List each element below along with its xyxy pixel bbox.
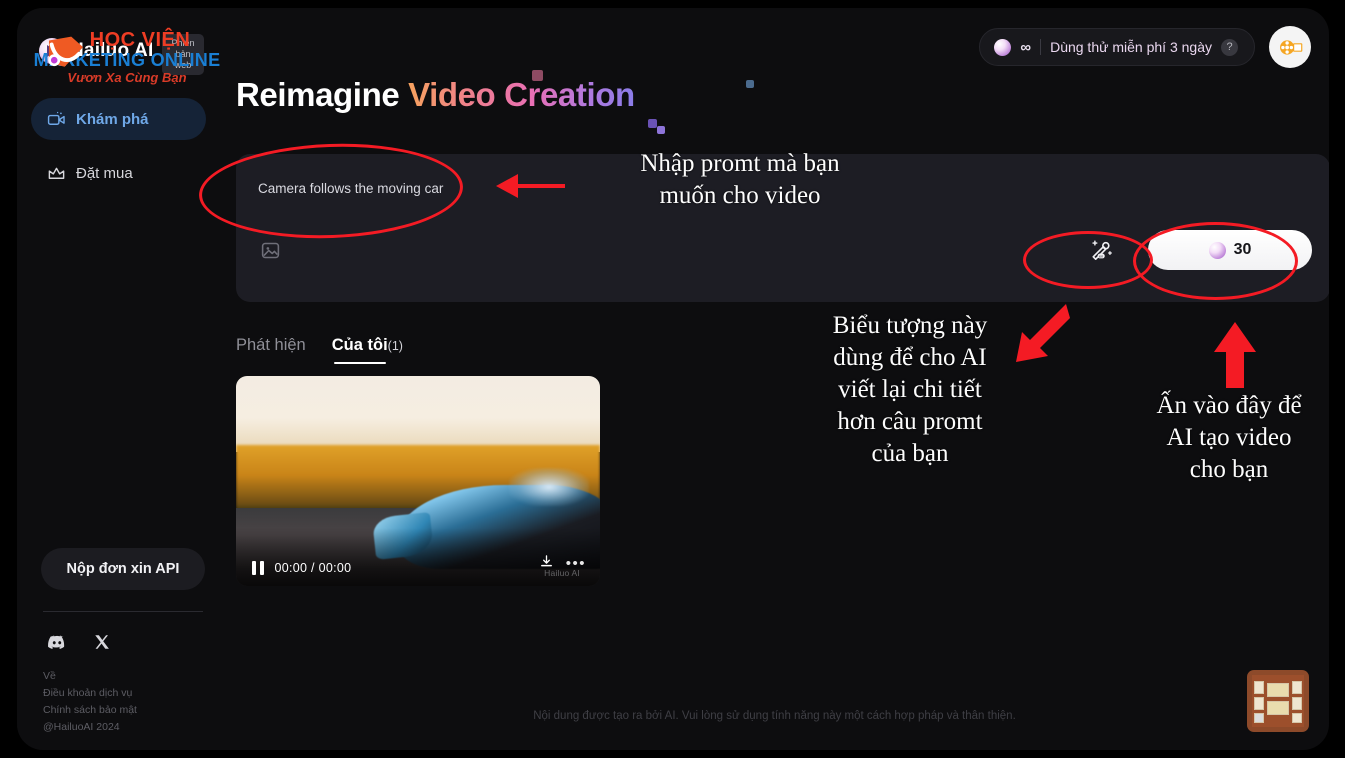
screenshot-root: Hailuo AI Phiên bản web HỌC VIỆN MARKETI… bbox=[0, 0, 1345, 758]
gem-icon bbox=[994, 38, 1012, 56]
ai-content-notice: Nội dung được tạo ra bởi AI. Vui lòng sử… bbox=[533, 710, 1016, 722]
trial-label: Dùng thử miễn phí 3 ngày bbox=[1050, 39, 1212, 55]
image-upload-icon bbox=[261, 242, 279, 258]
page-title-gradient: Video Creation bbox=[408, 76, 635, 113]
content-tabs: Phát hiện Của tôi(1) bbox=[236, 336, 403, 364]
corner-thumbnail[interactable] bbox=[1247, 670, 1309, 732]
more-options-icon[interactable]: ••• bbox=[566, 556, 586, 571]
sidebar-item-kham-pha-label: Khám phá bbox=[76, 110, 149, 128]
generate-cost-label: 30 bbox=[1233, 241, 1252, 258]
thumb-frame-2 bbox=[1254, 697, 1264, 710]
hailuo-logo-text: Hailuo AI bbox=[70, 40, 154, 61]
sidebar-item-kham-pha[interactable]: Khám phá bbox=[31, 98, 206, 140]
ai-rewrite-wand-icon: en bbox=[1091, 240, 1112, 260]
thumb-frame-6 bbox=[1292, 681, 1302, 694]
deco-square-3 bbox=[648, 119, 657, 128]
trial-pill[interactable]: ∞ Dùng thử miễn phí 3 ngày ? bbox=[979, 28, 1255, 66]
page-title: Reimagine Video Creation bbox=[236, 76, 635, 114]
hailuo-logo-mark-icon bbox=[39, 38, 65, 64]
hailuo-logo[interactable]: Hailuo AI bbox=[39, 38, 153, 64]
corner-thumbnail-wall bbox=[1252, 675, 1304, 727]
film-reel-icon bbox=[1279, 39, 1302, 55]
video-watermark: Hailuo AI bbox=[544, 568, 580, 578]
image-upload-button[interactable] bbox=[256, 236, 284, 264]
generate-video-button[interactable]: 30 bbox=[1148, 230, 1312, 270]
gem-icon-cost bbox=[1208, 241, 1226, 259]
sidebar-nav: Khám phá Đặt mua bbox=[17, 98, 220, 194]
logo-area: Hailuo AI Phiên bản web HỌC VIỆN MARKETI… bbox=[17, 16, 220, 94]
pill-divider bbox=[1040, 39, 1042, 55]
credits-value: ∞ bbox=[1020, 38, 1032, 56]
thumb-frame-8 bbox=[1292, 713, 1302, 723]
crown-icon bbox=[48, 167, 65, 179]
app-window: Hailuo AI Phiên bản web HỌC VIỆN MARKETI… bbox=[17, 8, 1329, 750]
video-camera-icon bbox=[47, 111, 65, 125]
annotation-wand-text: Biểu tượng này dùng để cho AI viết lại chi… bbox=[832, 312, 988, 467]
deco-square-2 bbox=[746, 80, 754, 88]
svg-text:en: en bbox=[1098, 254, 1102, 258]
apply-api-button[interactable]: Nộp đơn xin API bbox=[41, 548, 205, 590]
thumb-frame-4 bbox=[1267, 683, 1289, 697]
sidebar-divider bbox=[43, 611, 203, 612]
thumb-frame-1 bbox=[1254, 681, 1264, 694]
video-controls: 00:00 / 00:00 bbox=[252, 561, 351, 575]
sidebar-footer-links: Về Điều khoản dịch vụ Chính sách bảo mật… bbox=[43, 668, 137, 736]
social-links bbox=[43, 628, 115, 655]
main-content: ∞ Dùng thử miễn phí 3 ngày ? Reimagine V… bbox=[220, 8, 1329, 750]
video-card[interactable]: 00:00 / 00:00 ••• Hailuo AI bbox=[236, 376, 600, 586]
page-title-white: Reimagine bbox=[236, 76, 409, 113]
sidebar-item-dat-mua[interactable]: Đặt mua bbox=[31, 152, 206, 194]
prompt-input[interactable]: Camera follows the moving car bbox=[258, 181, 443, 196]
topbar: ∞ Dùng thử miễn phí 3 ngày ? bbox=[979, 26, 1311, 68]
video-time: 00:00 / 00:00 bbox=[274, 561, 352, 575]
thumb-frame-7 bbox=[1292, 697, 1302, 710]
video-watermark-label: Hailuo AI bbox=[544, 568, 580, 578]
footer-link-terms[interactable]: Điều khoản dịch vụ bbox=[43, 685, 137, 702]
annotation-generate-text: Ấn vào đây để AI tạo video cho bạn bbox=[1156, 392, 1302, 483]
tab-cua-toi-count: (1) bbox=[387, 339, 403, 353]
video-frame-sky bbox=[236, 376, 600, 452]
tab-cua-toi[interactable]: Của tôi(1) bbox=[332, 336, 403, 364]
thumb-frame-3 bbox=[1254, 713, 1264, 723]
footer-link-privacy[interactable]: Chính sách bảo mật bbox=[43, 702, 137, 719]
discord-icon[interactable] bbox=[43, 628, 70, 655]
sidebar-item-dat-mua-label: Đặt mua bbox=[76, 164, 133, 182]
help-icon[interactable]: ? bbox=[1221, 38, 1238, 56]
annotation-prompt-text: Nhập promt mà bạn muốn cho video bbox=[640, 150, 840, 209]
x-twitter-icon[interactable] bbox=[88, 628, 115, 655]
pause-icon[interactable] bbox=[252, 561, 264, 575]
tab-cua-toi-label: Của tôi bbox=[331, 336, 388, 354]
deco-square-1 bbox=[532, 70, 543, 81]
tab-phat-hien[interactable]: Phát hiện bbox=[236, 336, 306, 364]
video-frame-highlight bbox=[509, 468, 590, 507]
footer-link-about[interactable]: Về bbox=[43, 668, 137, 685]
thumb-frame-5 bbox=[1267, 701, 1289, 715]
avatar[interactable] bbox=[1269, 26, 1311, 68]
tab-phat-hien-label: Phát hiện bbox=[236, 336, 306, 354]
deco-square-4 bbox=[657, 126, 665, 134]
ai-rewrite-button[interactable]: en bbox=[1082, 232, 1118, 268]
web-version-badge: Phiên bản web bbox=[162, 34, 204, 75]
sidebar: Hailuo AI Phiên bản web HỌC VIỆN MARKETI… bbox=[17, 8, 220, 750]
footer-copyright: @HailuoAI 2024 bbox=[43, 721, 120, 733]
